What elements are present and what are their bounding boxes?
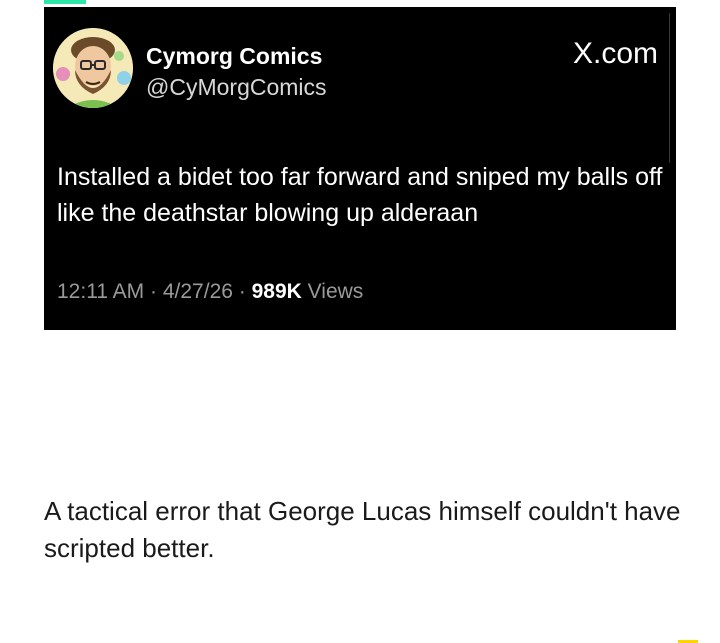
views-label: Views bbox=[307, 280, 364, 303]
meta-separator: · bbox=[150, 280, 158, 303]
avatar bbox=[53, 28, 133, 108]
meta-separator: · bbox=[238, 280, 246, 303]
x-brand-logo: X.com bbox=[572, 37, 658, 70]
tweet-card: Cymorg Comics @CyMorgComics X.com Instal… bbox=[44, 7, 676, 330]
tweet-meta: 12:11 AM · 4/27/26 · 989K Views bbox=[57, 280, 363, 304]
caption-text: A tactical error that George Lucas himse… bbox=[44, 496, 681, 563]
tweet-text: Installed a bidet too far forward and sn… bbox=[57, 163, 663, 227]
card-edge-line bbox=[669, 13, 670, 163]
author-name[interactable]: Cymorg Comics bbox=[146, 43, 322, 70]
cartoon-avatar-icon bbox=[53, 28, 133, 108]
tweet-time: 12:11 AM bbox=[57, 280, 145, 303]
top-accent-bar bbox=[44, 0, 86, 4]
tweet-date: 4/27/26 bbox=[162, 280, 233, 303]
author-handle[interactable]: @CyMorgComics bbox=[146, 74, 327, 101]
views-count: 989K bbox=[251, 280, 302, 303]
